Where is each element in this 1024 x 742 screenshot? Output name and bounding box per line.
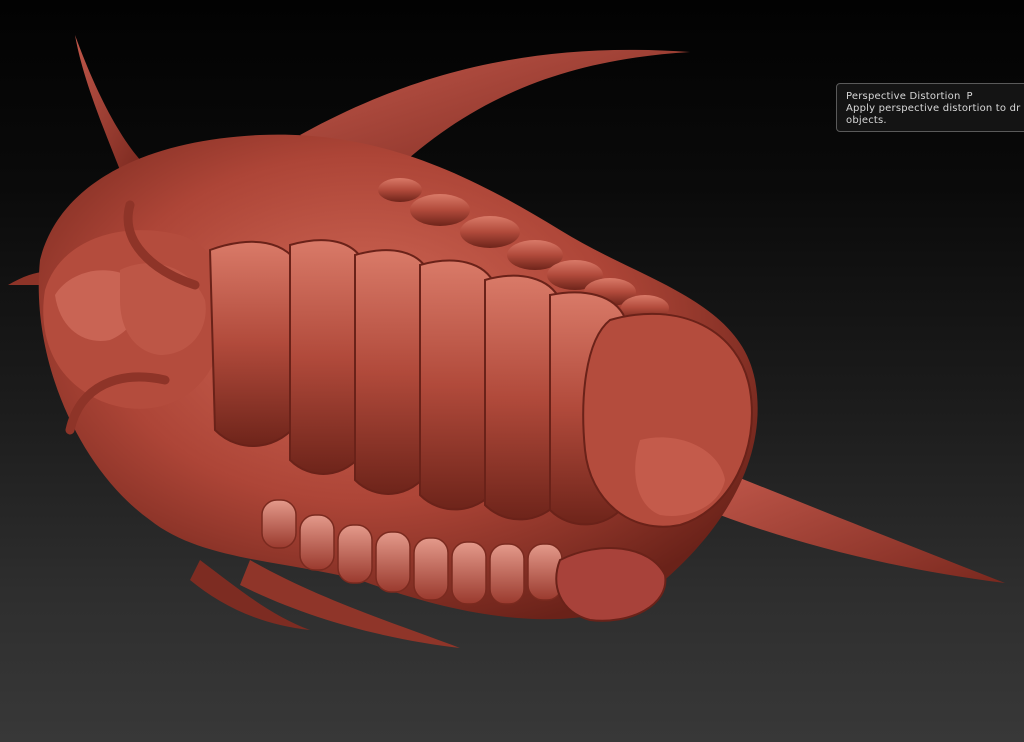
document-canvas[interactable]: Perspective Distortion P Apply perspectiv… (0, 0, 1024, 742)
tooltip-description-line-2: objects. (846, 115, 887, 126)
tooltip-shortcut: P (966, 91, 973, 102)
tooltip-description-line-1: Apply perspective distortion to dr (846, 103, 1021, 114)
perspective-distortion-tooltip: Perspective Distortion P Apply perspectiv… (836, 83, 1024, 132)
tooltip-title: Perspective Distortion (846, 91, 961, 102)
tooltip-title-row: Perspective Distortion P (846, 91, 1024, 103)
